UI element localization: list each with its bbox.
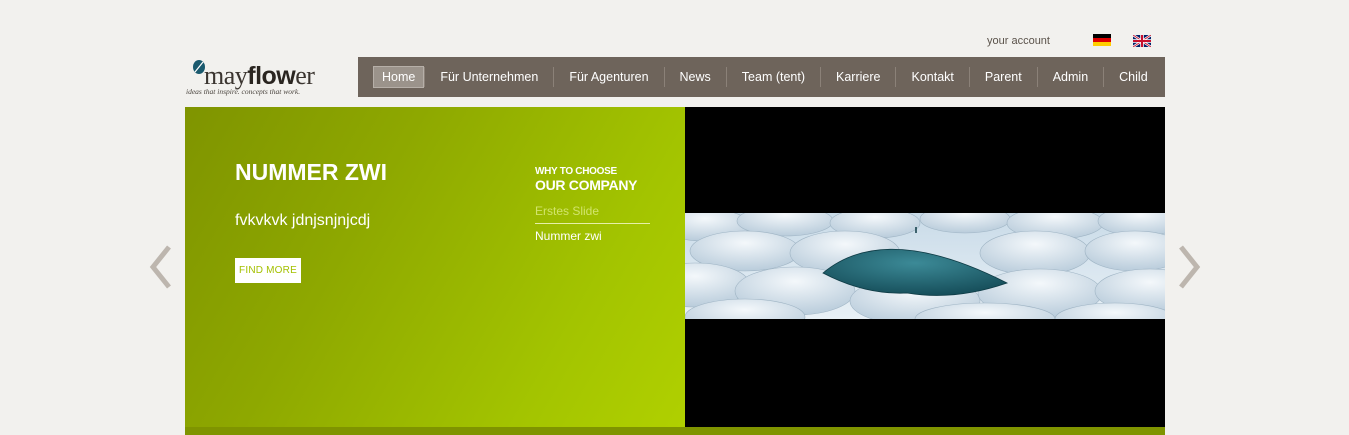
nav-item-news[interactable]: News [665, 57, 726, 97]
mayflower-logo[interactable]: mayflower ideas that inspire. concepts t… [186, 58, 346, 98]
german-flag-icon[interactable] [1093, 34, 1111, 46]
main-navigation: Home Für Unternehmen Für Agenturen News … [358, 57, 1165, 97]
slide-link-erstes-slide[interactable]: Erstes Slide [535, 199, 650, 224]
choose-heading-big: OUR COMPANY [535, 177, 638, 193]
nav-item-admin[interactable]: Admin [1038, 57, 1103, 97]
logo-tagline: ideas that inspire. concepts that work. [186, 87, 301, 96]
find-more-button[interactable]: FIND MORE [235, 258, 301, 283]
your-account-link[interactable]: your account [987, 35, 1050, 47]
slide-image-panel [685, 107, 1165, 427]
nav-item-parent[interactable]: Parent [970, 57, 1037, 97]
nav-item-kontakt[interactable]: Kontakt [896, 57, 968, 97]
slide-link-nummer-zwi[interactable]: Nummer zwi [535, 224, 650, 248]
chevron-right-icon[interactable] [1176, 243, 1202, 291]
nav-item-fuer-agenturen[interactable]: Für Agenturen [554, 57, 663, 97]
umbrellas-image [685, 213, 1165, 319]
nav-item-fuer-unternehmen[interactable]: Für Unternehmen [425, 57, 553, 97]
choose-heading-small: WHY TO CHOOSE [535, 166, 617, 177]
nav-item-home[interactable]: Home [373, 57, 425, 97]
hero-slider: NUMMER ZWI fvkvkvk jdnjsnjnjcdj FIND MOR… [185, 107, 1165, 435]
nav-item-karriere[interactable]: Karriere [821, 57, 895, 97]
slide-list: Erstes Slide Nummer zwi [535, 199, 650, 248]
slide-title: NUMMER ZWI [235, 159, 388, 185]
slide-text-panel: NUMMER ZWI fvkvkvk jdnjsnjnjcdj FIND MOR… [185, 107, 685, 427]
nav-item-team[interactable]: Team (tent) [727, 57, 820, 97]
slide-subtitle: fvkvkvk jdnjsnjnjcdj [235, 212, 371, 229]
slide-navigation: WHY TO CHOOSE OUR COMPANY Erstes Slide N… [535, 167, 650, 248]
nav-item-child[interactable]: Child [1104, 57, 1163, 97]
slider-bottom-bar [185, 427, 1165, 435]
account-bar: your account [987, 33, 1050, 49]
chevron-left-icon[interactable] [148, 243, 174, 291]
uk-flag-icon[interactable] [1132, 34, 1152, 48]
